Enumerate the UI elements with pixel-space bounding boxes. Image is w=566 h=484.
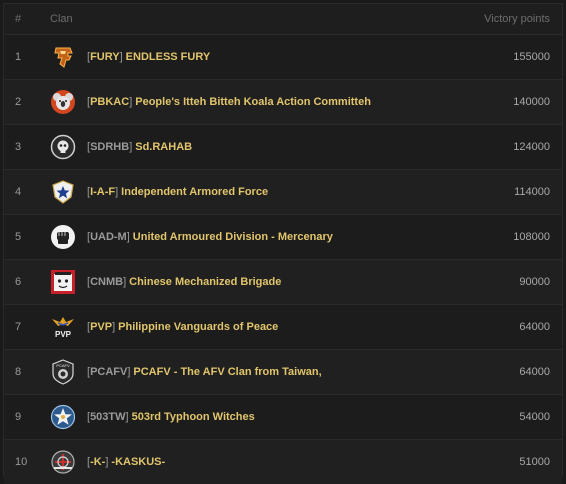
clan-cell: [503TW] 503rd Typhoon Witches [50, 404, 442, 430]
rank-number: 1 [15, 51, 22, 63]
header-victory-points: Victory points [484, 13, 550, 25]
rank-number: 2 [15, 96, 22, 108]
clan-cell: [UAD-M] United Armoured Division - Merce… [50, 224, 442, 250]
clan-name[interactable]: Independent Armored Force [121, 186, 268, 198]
clan-tag[interactable]: [-K-] [87, 456, 108, 468]
svg-text:PCAFV: PCAFV [56, 363, 70, 368]
clan-ranking-table: # Clan Victory points 1 [FURY] ENDLESS F… [3, 3, 563, 484]
rank-number: 3 [15, 141, 22, 153]
table-row[interactable]: 8 PCAFV [PCAFV] PCAFV - The AFV Clan fro… [4, 350, 562, 395]
fury-emblem-icon[interactable] [50, 44, 76, 70]
clan-name[interactable]: Sd.RAHAB [135, 141, 192, 153]
clan-tag[interactable]: [SDRHB] [87, 141, 132, 153]
clan-name[interactable]: People's Itteh Bitteh Koala Action Commi… [135, 96, 371, 108]
rank-number: 10 [15, 456, 28, 468]
clan-tag[interactable]: [CNMB] [87, 276, 126, 288]
victory-points: 64000 [519, 366, 550, 378]
victory-points: 54000 [519, 411, 550, 423]
clan-tag[interactable]: [PVP] [87, 321, 115, 333]
clan-cell: [PBKAC] People's Itteh Bitteh Koala Acti… [50, 89, 442, 115]
kaskus-emblem-icon[interactable] [50, 449, 76, 475]
clan-cell: [FURY] ENDLESS FURY [50, 44, 442, 70]
star-shield-emblem-icon[interactable] [50, 179, 76, 205]
pvp-eagle-emblem-icon[interactable]: PVP [50, 314, 76, 340]
table-row[interactable]: 9 [503TW] 503rd Typhoon Witches 54000 [4, 395, 562, 440]
clan-tag[interactable]: [I-A-F] [87, 186, 118, 198]
victory-points: 155000 [513, 51, 550, 63]
fist-emblem-icon[interactable] [50, 224, 76, 250]
clan-name[interactable]: 503rd Typhoon Witches [132, 411, 255, 423]
clan-cell: PVP [PVP] Philippine Vanguards of Peace [50, 314, 442, 340]
table-row[interactable]: 5 [UAD-M] United Armoured Division - Mer… [4, 215, 562, 260]
victory-points: 140000 [513, 96, 550, 108]
table-row[interactable]: 7 PVP [PVP] Philippine Vanguards of Peac… [4, 305, 562, 350]
svg-text:PVP: PVP [55, 330, 72, 339]
table-header: # Clan Victory points [4, 4, 562, 35]
table-row[interactable]: 1 [FURY] ENDLESS FURY 155000 [4, 35, 562, 80]
clan-cell: [SDRHB] Sd.RAHAB [50, 134, 442, 160]
victory-points: 90000 [519, 276, 550, 288]
rank-number: 7 [15, 321, 22, 333]
clan-cell: [CNMB] Chinese Mechanized Brigade [50, 269, 442, 295]
rank-number: 4 [15, 186, 22, 198]
table-body: 1 [FURY] ENDLESS FURY 155000 2 [PBKAC] P… [4, 35, 562, 484]
clan-tag[interactable]: [PBKAC] [87, 96, 132, 108]
clan-tag[interactable]: [FURY] [87, 51, 123, 63]
table-row[interactable]: 10 [-K-] -KASKUS- 51000 [4, 440, 562, 484]
table-row[interactable]: 6 [CNMB] Chinese Mechanized Brigade 9000… [4, 260, 562, 305]
star-badge-emblem-icon[interactable] [50, 404, 76, 430]
pcafv-badge-emblem-icon[interactable]: PCAFV [50, 359, 76, 385]
clan-name[interactable]: United Armoured Division - Mercenary [133, 231, 333, 243]
clan-tag[interactable]: [PCAFV] [87, 366, 130, 378]
clan-tag[interactable]: [UAD-M] [87, 231, 130, 243]
clan-cell: [-K-] -KASKUS- [50, 449, 442, 475]
koala-emblem-icon[interactable] [50, 89, 76, 115]
table-row[interactable]: 3 [SDRHB] Sd.RAHAB 124000 [4, 125, 562, 170]
clan-cell: [I-A-F] Independent Armored Force [50, 179, 442, 205]
rank-number: 6 [15, 276, 22, 288]
clan-name[interactable]: ENDLESS FURY [126, 51, 211, 63]
table-row[interactable]: 4 [I-A-F] Independent Armored Force 1140… [4, 170, 562, 215]
rank-number: 9 [15, 411, 22, 423]
clan-name[interactable]: Chinese Mechanized Brigade [129, 276, 281, 288]
cartoon-emblem-icon[interactable] [50, 269, 76, 295]
rank-number: 5 [15, 231, 22, 243]
clan-tag[interactable]: [503TW] [87, 411, 129, 423]
table-row[interactable]: 2 [PBKAC] People's Itteh Bitteh Koala Ac… [4, 80, 562, 125]
victory-points: 114000 [514, 186, 550, 198]
header-rank: # [15, 13, 22, 25]
rank-number: 8 [15, 366, 22, 378]
victory-points: 108000 [513, 231, 550, 243]
header-clan: Clan [50, 13, 73, 25]
clan-name[interactable]: Philippine Vanguards of Peace [118, 321, 278, 333]
victory-points: 124000 [513, 141, 550, 153]
clan-name[interactable]: PCAFV - The AFV Clan from Taiwan, [133, 366, 321, 378]
clan-name[interactable]: -KASKUS- [111, 456, 165, 468]
clan-cell: PCAFV [PCAFV] PCAFV - The AFV Clan from … [50, 359, 442, 385]
skull-emblem-icon[interactable] [50, 134, 76, 160]
victory-points: 51000 [519, 456, 550, 468]
victory-points: 64000 [519, 321, 550, 333]
